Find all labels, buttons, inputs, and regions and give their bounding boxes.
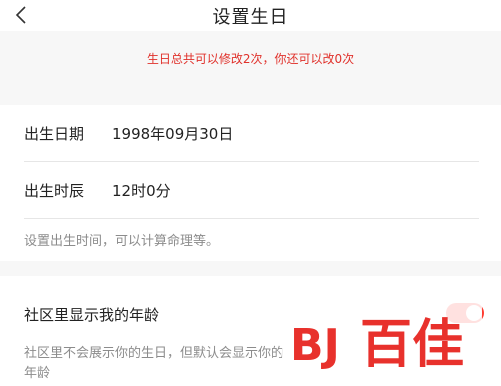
svg-text:BJ: BJ	[290, 320, 340, 371]
edit-limit-notice: 生日总共可以修改2次，你还可以改0次	[0, 31, 501, 83]
svg-text:百佳: 百佳	[360, 315, 464, 375]
notice-text: 生日总共可以修改2次，你还可以改0次	[146, 52, 355, 66]
header-bar: 设置生日	[0, 0, 501, 31]
show-age-description: 社区里不会展示你的生日，但默认会显示你的年龄	[24, 346, 285, 381]
birth-time-row[interactable]: 出生时辰 12时0分	[0, 162, 501, 218]
show-age-title: 社区里显示我的年龄	[24, 306, 160, 324]
birth-hint-text: 设置出生时间，可以计算命理等。	[24, 234, 220, 249]
birth-date-value: 1998年09月30日	[112, 125, 234, 143]
birth-date-label: 出生日期	[24, 125, 85, 143]
page-title: 设置生日	[212, 7, 289, 28]
birth-time-label: 出生时辰	[24, 182, 85, 200]
birth-time-value: 12时0分	[112, 182, 171, 200]
birth-settings-card: 出生日期 1998年09月30日 出生时辰 12时0分 设置出生时间，可以计算命…	[0, 105, 501, 261]
watermark-logo: BJ 百佳	[282, 300, 482, 380]
birth-date-row[interactable]: 出生日期 1998年09月30日	[0, 105, 501, 161]
divider	[24, 218, 479, 219]
